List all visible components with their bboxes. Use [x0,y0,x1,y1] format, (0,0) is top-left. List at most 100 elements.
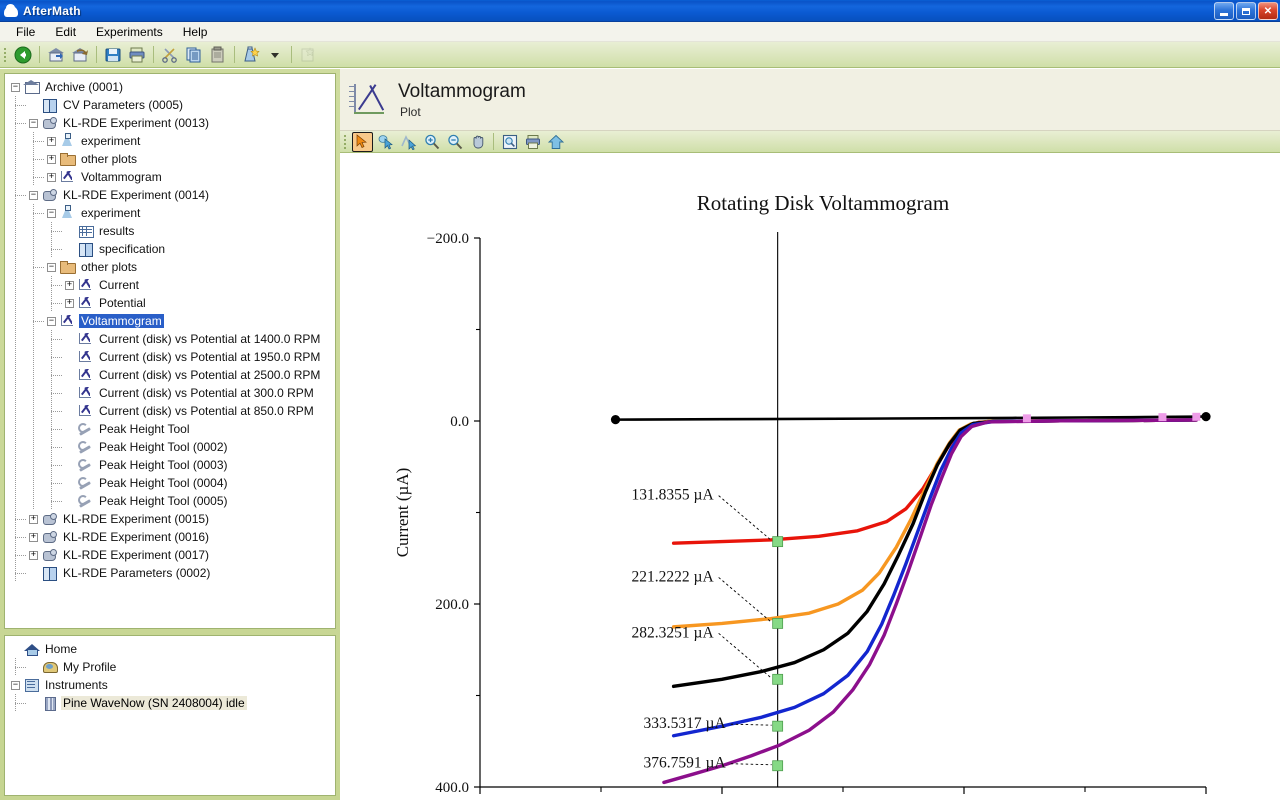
save-archive-icon[interactable] [69,44,91,66]
peak-tool[interactable] [398,132,419,152]
tree-item[interactable]: CV Parameters (0005) [5,96,335,114]
series-curve [671,418,1199,689]
select-arrow-tool[interactable] [352,131,373,152]
tree-item[interactable]: Peak Height Tool (0004) [5,474,335,492]
tree-item[interactable]: KL-RDE Parameters (0002) [5,564,335,582]
tree-expand-icon[interactable]: + [29,532,38,542]
open-archive-icon[interactable] [45,44,67,66]
tree-item[interactable]: + experiment [5,132,335,150]
tree-guide-line [15,276,16,294]
tree-expand-icon[interactable]: + [47,172,56,182]
tree-collapse-icon[interactable]: − [11,680,20,690]
tree-expander-placeholder [29,101,38,110]
tree-expander-placeholder [65,479,74,488]
back-icon[interactable] [12,44,34,66]
menu-item-help[interactable]: Help [173,23,218,41]
tree-expander-placeholder [65,407,74,416]
minimize-button[interactable] [1214,2,1234,20]
tree-item[interactable]: Peak Height Tool (0002) [5,438,335,456]
tree-guide-line [33,141,44,142]
print-plot-tool[interactable] [522,132,543,152]
tree-item[interactable]: + Potential [5,294,335,312]
tree-item-label: experiment [81,206,141,220]
zoom-out-tool[interactable] [444,132,465,152]
tree-expand-icon[interactable]: + [47,136,56,146]
tree-item[interactable]: Current (disk) vs Potential at 2500.0 RP… [5,366,335,384]
archive-tree-panel[interactable]: − Archive (0001) CV Parameters (0005) − KL-R… [4,73,336,629]
tree-item[interactable]: Current (disk) vs Potential at 850.0 RPM [5,402,335,420]
tree-item[interactable]: specification [5,240,335,258]
dropdown-arrow-icon[interactable] [264,44,286,66]
copy-icon[interactable] [183,44,205,66]
tree-item[interactable]: results [5,222,335,240]
tree-guide-line [15,294,16,312]
tree-collapse-icon[interactable]: − [29,118,38,128]
tree-item-label: Peak Height Tool (0002) [99,440,228,454]
grid-icon [77,223,94,239]
home-view-tool[interactable] [545,132,566,152]
tree-expand-icon[interactable]: + [65,280,74,290]
tree-item[interactable]: + KL-RDE Experiment (0016) [5,528,335,546]
tree-item[interactable]: − KL-RDE Experiment (0014) [5,186,335,204]
plot-toolbar-grip[interactable] [342,132,348,152]
annotation-label: 131.8355 µA [632,487,715,504]
toolbar-separator [39,46,40,63]
tree-collapse-icon[interactable]: − [47,316,56,326]
home-tree-panel[interactable]: Home My Profile − Instruments Pine WaveNow (… [4,635,336,796]
tree-item-label: CV Parameters (0005) [63,98,184,112]
tree-item[interactable]: − KL-RDE Experiment (0013) [5,114,335,132]
tree-item[interactable]: − Archive (0001) [5,78,335,96]
pan-hand-tool[interactable] [467,132,488,152]
chart-canvas[interactable]: Rotating Disk Voltammogram −200.0 0.0 200.0… [340,154,1280,800]
tree-expand-icon[interactable]: + [65,298,74,308]
cut-icon[interactable] [159,44,181,66]
tree-item[interactable]: My Profile [5,658,335,676]
plateau-marker [772,618,784,629]
tree-item[interactable]: Current (disk) vs Potential at 1400.0 RP… [5,330,335,348]
new-experiment-icon[interactable] [240,44,262,66]
tree-collapse-icon[interactable]: − [11,82,20,92]
tree-item[interactable]: + Current [5,276,335,294]
tree-guide-line [15,195,26,196]
print-icon[interactable] [126,44,148,66]
tree-item[interactable]: Peak Height Tool [5,420,335,438]
tree-item[interactable]: − other plots [5,258,335,276]
tree-item[interactable]: − experiment [5,204,335,222]
zoom-in-tool[interactable] [421,132,442,152]
tree-item[interactable]: Peak Height Tool (0005) [5,492,335,510]
home-tree: Home My Profile − Instruments Pine WaveNow (… [5,636,335,712]
plot-icon [59,313,76,329]
tree-item[interactable]: + other plots [5,150,335,168]
instr-icon [23,677,40,693]
tree-item[interactable]: Current (disk) vs Potential at 300.0 RPM [5,384,335,402]
plot-toolbar-separator [493,133,494,150]
zoom-region-tool[interactable] [499,132,520,152]
tree-item[interactable]: Home [5,640,335,658]
paste-icon[interactable] [207,44,229,66]
tree-expand-icon[interactable]: + [29,514,38,524]
tree-collapse-icon[interactable]: − [29,190,38,200]
tree-collapse-icon[interactable]: − [47,208,56,218]
tree-collapse-icon[interactable]: − [47,262,56,272]
wrench-icon [77,439,94,455]
pick-point-tool[interactable] [375,132,396,152]
tree-expand-icon[interactable]: + [47,154,56,164]
save-icon[interactable] [102,44,124,66]
tree-item[interactable]: Peak Height Tool (0003) [5,456,335,474]
tree-item[interactable]: Pine WaveNow (SN 2408004) idle [5,694,335,712]
menu-item-file[interactable]: File [6,23,45,41]
tree-guide-line [15,258,16,276]
tree-item[interactable]: Current (disk) vs Potential at 1950.0 RP… [5,348,335,366]
tree-item[interactable]: − Instruments [5,676,335,694]
tree-item[interactable]: + KL-RDE Experiment (0015) [5,510,335,528]
close-button[interactable]: ✕ [1258,2,1278,20]
tree-item[interactable]: + Voltammogram [5,168,335,186]
tree-item[interactable]: − Voltammogram [5,312,335,330]
menu-item-experiments[interactable]: Experiments [86,23,173,41]
voltammogram-chart[interactable]: Rotating Disk Voltammogram −200.0 0.0 200.0… [340,154,1280,800]
restore-button[interactable] [1236,2,1256,20]
toolbar-grip[interactable] [2,45,8,65]
tree-expand-icon[interactable]: + [29,550,38,560]
menu-item-edit[interactable]: Edit [45,23,86,41]
tree-item[interactable]: + KL-RDE Experiment (0017) [5,546,335,564]
